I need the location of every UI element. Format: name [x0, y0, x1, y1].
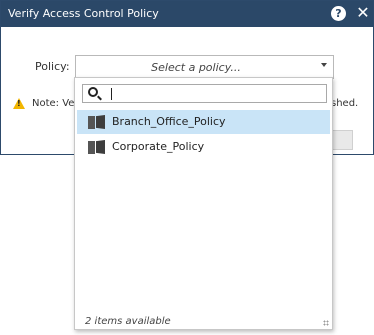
close-icon[interactable]: ✕: [354, 3, 372, 23]
policy-icon: [88, 140, 105, 154]
text-caret: [111, 88, 112, 100]
search-field[interactable]: [82, 84, 327, 103]
note-text-suffix: shed.: [331, 98, 359, 109]
policy-select[interactable]: Select a policy...: [75, 55, 334, 79]
dialog-title: Verify Access Control Policy: [8, 7, 159, 20]
policy-option-corporate[interactable]: Corporate_Policy: [77, 135, 330, 159]
resize-grip[interactable]: [323, 320, 329, 326]
policy-option-branch-office[interactable]: Branch_Office_Policy: [77, 110, 330, 134]
dialog-titlebar: Verify Access Control Policy ? ✕: [1, 1, 373, 27]
policy-dropdown-popup: Branch_Office_Policy Corporate_Policy 2 …: [74, 77, 333, 330]
policy-option-label: Branch_Office_Policy: [112, 115, 226, 128]
policy-option-label: Corporate_Policy: [112, 140, 205, 153]
policy-icon: [88, 115, 105, 129]
chevron-down-icon[interactable]: [321, 63, 327, 67]
help-icon[interactable]: ?: [331, 6, 346, 21]
policy-label: Policy:: [35, 60, 70, 73]
search-input[interactable]: [107, 86, 323, 101]
items-available-status: 2 items available: [85, 316, 171, 327]
search-icon: [88, 87, 98, 97]
warning-icon: [13, 98, 25, 109]
policy-select-placeholder: Select a policy...: [151, 61, 241, 74]
